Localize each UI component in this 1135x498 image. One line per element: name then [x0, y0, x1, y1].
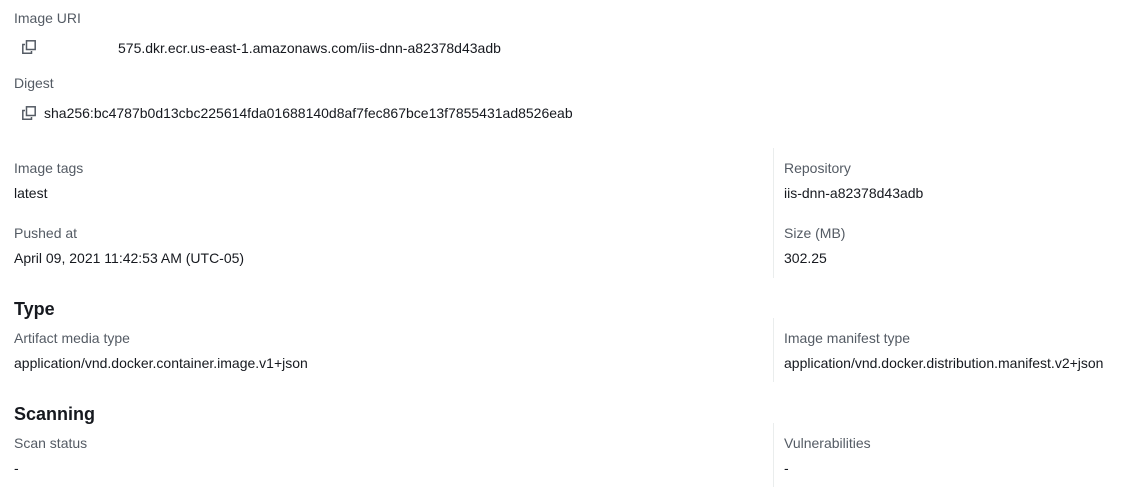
image-uri-label: Image URI	[14, 10, 81, 26]
digest-value: sha256:bc4787b0d13cbc225614fda01688140d8…	[44, 105, 573, 121]
image-tags-value: latest	[14, 185, 48, 201]
vulnerabilities-value: -	[784, 460, 789, 476]
digest-label: Digest	[14, 75, 54, 91]
scan-status-label: Scan status	[14, 435, 88, 451]
vulnerabilities-label: Vulnerabilities	[784, 435, 871, 451]
type-heading: Type	[14, 299, 55, 319]
copy-icon[interactable]	[22, 106, 36, 120]
artifact-media-type-value: application/vnd.docker.container.image.v…	[14, 355, 308, 371]
scan-status-value: -	[14, 460, 19, 476]
image-tags-label: Image tags	[14, 160, 84, 176]
scanning-heading: Scanning	[14, 404, 96, 424]
image-manifest-type-value: application/vnd.docker.distribution.mani…	[784, 355, 1104, 371]
pushed-at-value: April 09, 2021 11:42:53 AM (UTC-05)	[14, 250, 245, 266]
image-manifest-type-label: Image manifest type	[784, 330, 911, 346]
size-label: Size (MB)	[784, 225, 846, 241]
image-uri-value: 575.dkr.ecr.us-east-1.amazonaws.com/iis-…	[118, 40, 501, 56]
column-divider	[773, 423, 774, 487]
repository-label: Repository	[784, 160, 851, 176]
size-value: 302.25	[784, 250, 827, 266]
column-divider	[773, 148, 774, 278]
copy-icon[interactable]	[22, 40, 36, 54]
pushed-at-label: Pushed at	[14, 225, 78, 241]
artifact-media-type-label: Artifact media type	[14, 330, 130, 346]
column-divider	[773, 318, 774, 382]
repository-value: iis-dnn-a82378d43adb	[784, 185, 924, 201]
